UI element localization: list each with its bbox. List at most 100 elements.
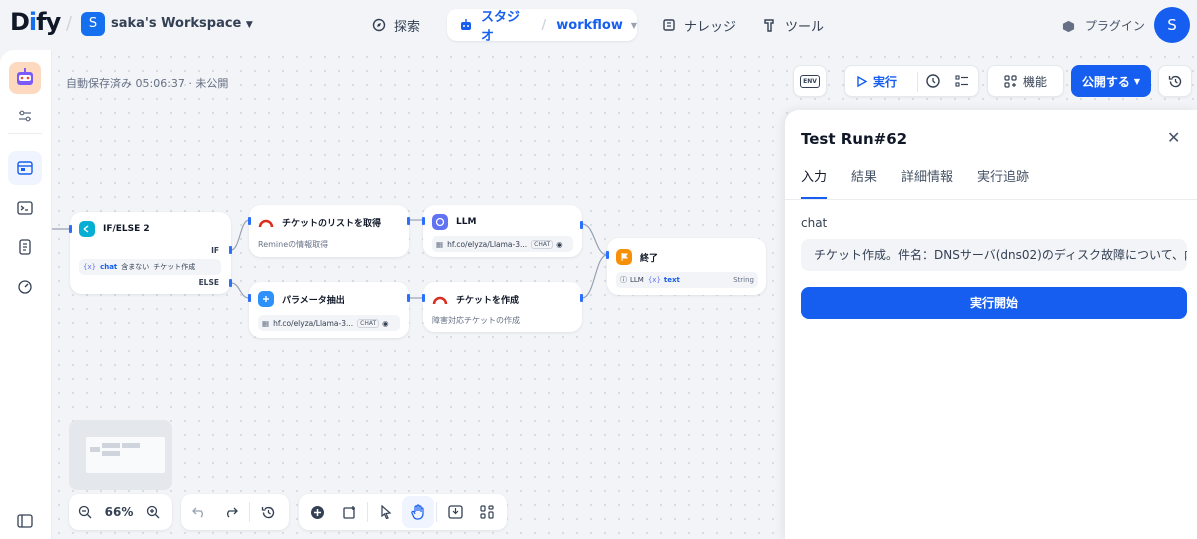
cube-icon xyxy=(1062,20,1075,33)
change-history-icon[interactable] xyxy=(252,496,284,528)
chevron-down-icon: ▼ xyxy=(245,20,253,30)
history-controls xyxy=(181,494,289,530)
dify-logo[interactable]: Dify xyxy=(10,8,61,36)
flag-icon xyxy=(616,249,632,265)
if-output-handle[interactable] xyxy=(229,246,232,254)
mode-tag: CHAT xyxy=(531,239,554,249)
input-handle[interactable] xyxy=(248,294,251,302)
canvas-tools xyxy=(299,494,507,530)
tabs-divider xyxy=(785,199,1197,200)
zoom-out-icon[interactable] xyxy=(69,496,101,528)
pointer-icon[interactable] xyxy=(370,496,402,528)
workspace-switcher[interactable]: saka's Workspace ▼ xyxy=(111,16,253,31)
start-run-button[interactable]: 実行開始 xyxy=(801,287,1187,319)
nav-studio[interactable]: スタジオ / workflow ▼ xyxy=(447,9,637,44)
node-title: IF/ELSE 2 xyxy=(103,224,150,234)
undo-icon[interactable] xyxy=(183,496,215,528)
features-button[interactable]: 機能 xyxy=(987,65,1064,97)
sidebar-collapse-icon[interactable] xyxy=(8,506,42,536)
input-handle[interactable] xyxy=(422,217,425,225)
node-header: チケットのリストを取得 xyxy=(258,214,381,230)
model-icon: ▦ xyxy=(436,239,444,249)
close-icon[interactable]: ✕ xyxy=(1167,128,1180,147)
version-history-button[interactable] xyxy=(1158,65,1192,97)
minimap[interactable] xyxy=(69,420,172,490)
nav-knowledge[interactable]: ナレッジ xyxy=(662,9,736,41)
llm-node[interactable]: LLM ▦ hf.co/elyza/Llama-3... CHAT ◉ xyxy=(422,205,583,257)
checklist-icon[interactable] xyxy=(955,74,969,88)
redmine-icon xyxy=(432,291,448,307)
add-node-icon[interactable] xyxy=(301,496,333,528)
app-robot-icon[interactable] xyxy=(9,62,41,94)
get-ticket-list-node[interactable]: チケットのリストを取得 Remineの情報取得 xyxy=(248,205,410,257)
brain-icon xyxy=(432,214,448,230)
if-label: IF xyxy=(211,246,219,255)
tab-tracing[interactable]: 実行追跡 xyxy=(977,166,1029,199)
divider xyxy=(367,502,368,522)
parameter-extractor-node[interactable]: パラメータ抽出 ▦ hf.co/elyza/Llama-3... CHAT ◉ xyxy=(248,282,410,338)
node-header: パラメータ抽出 xyxy=(258,291,345,307)
node-title: 終了 xyxy=(640,253,659,264)
run-history-icon[interactable] xyxy=(925,73,942,90)
ifelse-node[interactable]: IF/ELSE 2 IF {x} chat 含まない チケット作成 ELSE xyxy=(69,212,232,294)
model-icon: ▦ xyxy=(262,318,270,328)
create-ticket-node[interactable]: チケットを作成 障害対応チケットの作成 xyxy=(422,282,583,332)
output-handle[interactable] xyxy=(580,221,583,229)
panel-title: Test Run#62 xyxy=(801,130,908,148)
nav-explore[interactable]: 探索 xyxy=(372,9,420,41)
output-source: LLM xyxy=(630,276,644,284)
sidebar-item-orchestrate[interactable] xyxy=(8,151,42,185)
input-handle[interactable] xyxy=(422,294,425,302)
extract-icon xyxy=(258,291,274,307)
nav-tools[interactable]: ツール xyxy=(763,9,824,41)
minimap-node xyxy=(102,451,120,456)
minimap-viewport xyxy=(86,437,165,473)
plugins-button[interactable]: プラグイン xyxy=(1062,17,1145,34)
node-title: パラメータ抽出 xyxy=(282,295,345,306)
add-note-icon[interactable] xyxy=(333,496,365,528)
zoom-controls: 66% xyxy=(69,494,172,530)
play-icon xyxy=(857,75,867,87)
export-image-icon[interactable] xyxy=(439,496,471,528)
model-chip: ▦ hf.co/elyza/Llama-3... CHAT ◉ xyxy=(432,236,573,252)
sidebar-item-logs[interactable] xyxy=(8,230,42,264)
end-node[interactable]: 終了 ⓘ LLM {x} text String xyxy=(606,238,766,295)
sidebar-item-monitoring[interactable] xyxy=(8,270,42,304)
user-avatar[interactable]: S xyxy=(1154,7,1190,43)
output-handle[interactable] xyxy=(407,294,410,302)
autosave-status: 自動保存済み 05:06:37 · 未公開 xyxy=(66,77,229,90)
output-handle[interactable] xyxy=(407,217,410,225)
run-label: 実行 xyxy=(873,74,898,89)
eye-icon: ◉ xyxy=(556,239,563,249)
sidebar-item-api[interactable] xyxy=(8,191,42,225)
zoom-level[interactable]: 66% xyxy=(101,505,137,519)
history-icon xyxy=(1168,74,1183,89)
tab-result[interactable]: 結果 xyxy=(851,166,877,199)
organize-layout-icon[interactable] xyxy=(471,496,503,528)
else-output-handle[interactable] xyxy=(229,279,232,287)
env-button[interactable]: ENV xyxy=(793,65,827,97)
input-handle[interactable] xyxy=(606,251,609,259)
settings-sliders-icon[interactable] xyxy=(8,106,42,126)
condition-value: チケット作成 xyxy=(153,263,196,271)
run-button-group: 実行 xyxy=(844,65,979,97)
input-handle[interactable] xyxy=(69,225,72,233)
hand-icon[interactable] xyxy=(402,496,434,528)
zoom-in-icon[interactable] xyxy=(137,496,169,528)
tab-input[interactable]: 入力 xyxy=(801,166,828,199)
publish-button[interactable]: 公開する ▼ xyxy=(1071,65,1151,97)
eye-icon: ◉ xyxy=(382,318,389,328)
condition-chip: {x} chat 含まない チケット作成 xyxy=(79,259,221,275)
input-handle[interactable] xyxy=(248,217,251,225)
workspace-avatar[interactable]: S xyxy=(81,12,105,36)
run-button[interactable]: 実行 xyxy=(845,73,897,90)
condition-var: chat xyxy=(100,263,118,271)
chevron-down-icon: ▼ xyxy=(1133,76,1141,86)
gauge-icon xyxy=(18,280,32,294)
tab-detail[interactable]: 詳細情報 xyxy=(901,166,953,199)
model-chip: ▦ hf.co/elyza/Llama-3... CHAT ◉ xyxy=(258,315,400,331)
output-handle[interactable] xyxy=(580,294,583,302)
condition-op: 含まない xyxy=(121,263,150,271)
redo-icon[interactable] xyxy=(215,496,247,528)
chat-input[interactable]: チケット作成。件名：DNSサーバ(dns02)のディスク故障について、内容 xyxy=(801,239,1187,271)
